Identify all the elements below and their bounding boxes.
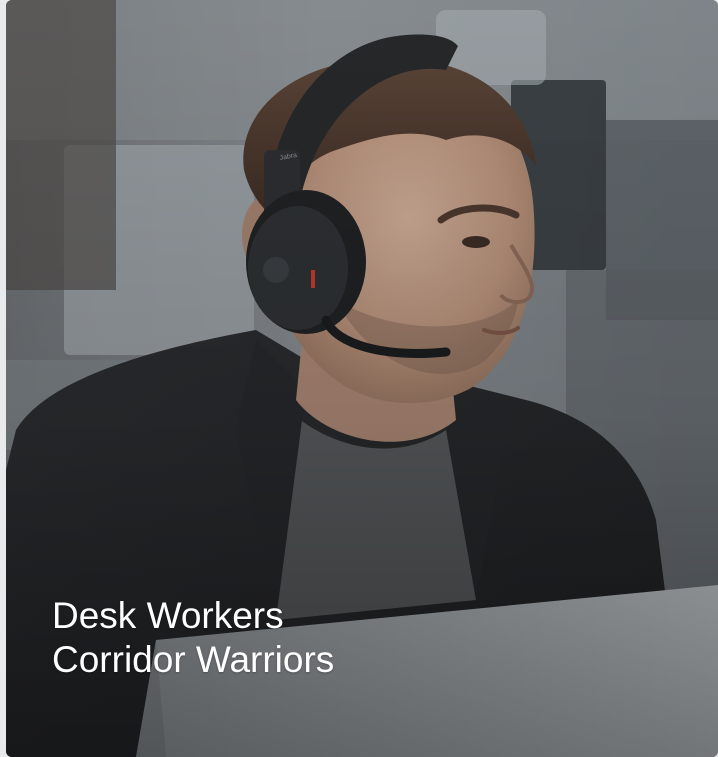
hero-card[interactable]: Jabra Desk Workers Corridor Warriors	[6, 0, 718, 757]
card-caption: Desk Workers Corridor Warriors	[52, 594, 334, 682]
caption-line-desk-workers: Desk Workers	[52, 595, 284, 636]
caption-line-corridor-warriors: Corridor Warriors	[52, 639, 335, 680]
